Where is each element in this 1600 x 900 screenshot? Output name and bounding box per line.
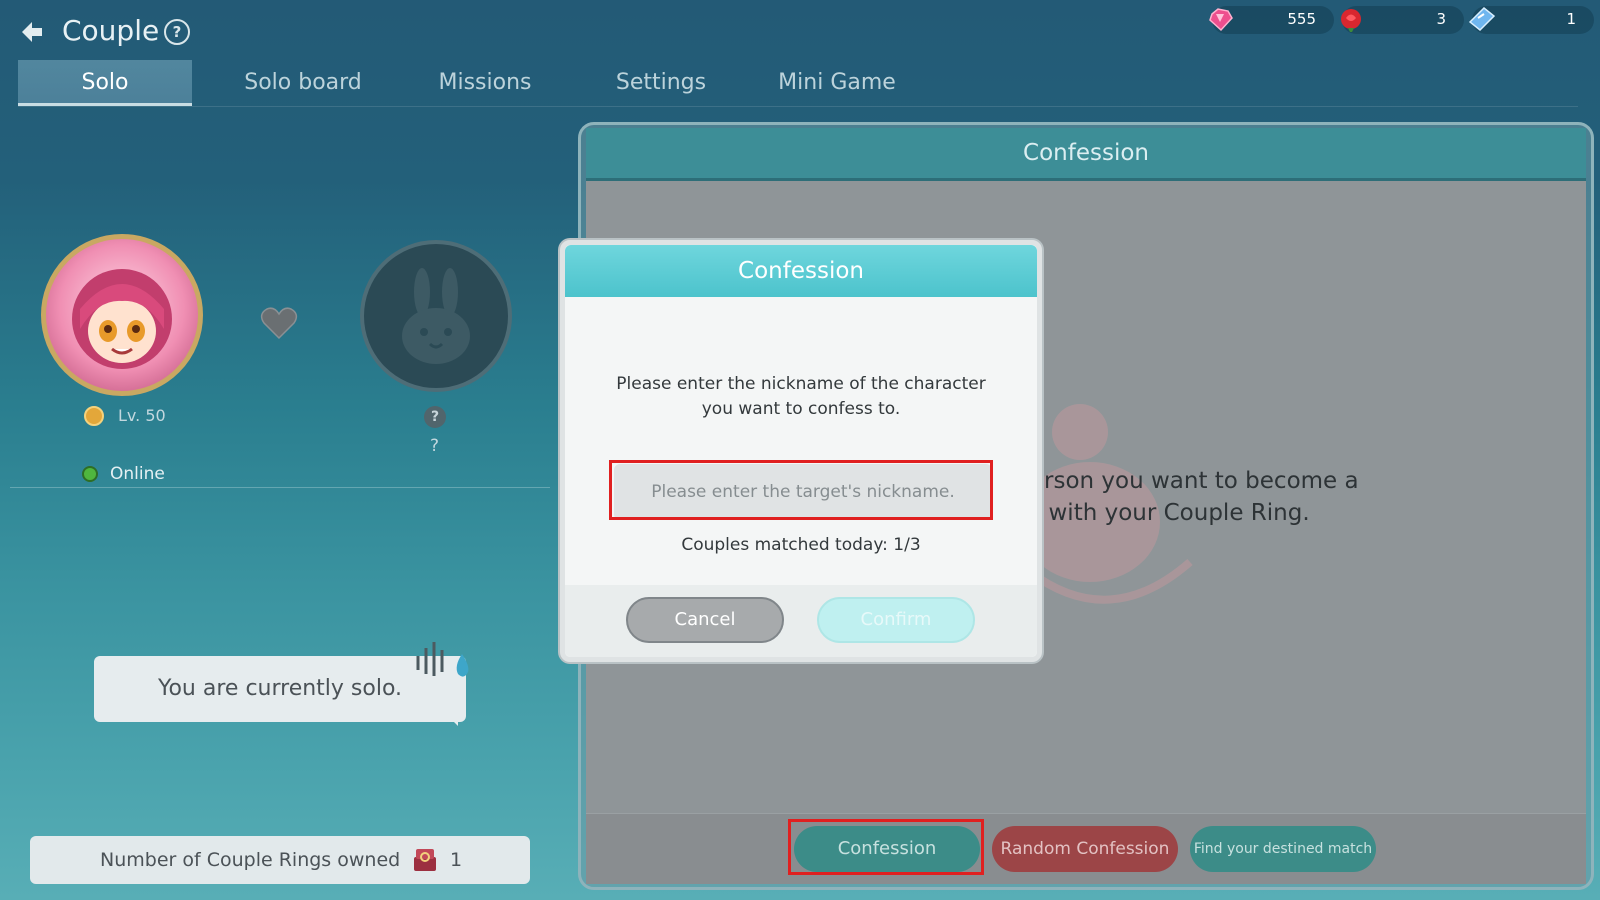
- nickname-input-highlight: [609, 460, 993, 520]
- cancel-button[interactable]: Cancel: [626, 597, 784, 643]
- dialog-message-line-1: Please enter the nickname of the charact…: [616, 374, 986, 394]
- dialog-message-line-2: you want to confess to.: [701, 399, 901, 419]
- dialog-title: Confession: [565, 245, 1037, 297]
- confirm-button[interactable]: Confirm: [817, 597, 975, 643]
- couples-matched-text: Couples matched today: 1/3: [681, 535, 921, 555]
